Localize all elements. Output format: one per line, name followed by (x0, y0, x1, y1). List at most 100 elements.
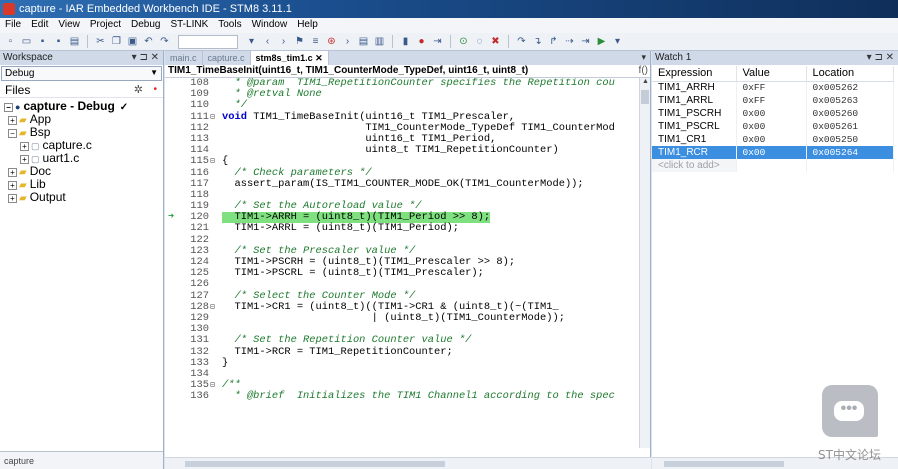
watch-expression[interactable]: TIM1_CR1 (652, 133, 737, 146)
gutter[interactable] (165, 223, 177, 234)
gutter[interactable] (165, 89, 177, 100)
watch-location[interactable]: 0x005250 (806, 133, 894, 146)
click-to-add-hint[interactable]: <click to add> (652, 159, 737, 172)
gutter[interactable] (165, 391, 177, 402)
gutter[interactable] (165, 190, 177, 201)
code-line[interactable]: 136 * @brief Initializes the TIM1 Channe… (165, 391, 639, 402)
stop-debug-icon[interactable]: ✖ (489, 35, 502, 48)
horizontal-scrollbar[interactable] (165, 457, 651, 469)
gutter[interactable] (165, 358, 177, 369)
menu-item-file[interactable]: File (0, 18, 26, 33)
tab-capture-c[interactable]: capture.c (203, 51, 251, 65)
prev-bookmark-icon[interactable]: ≡ (309, 35, 322, 48)
workspace-tab[interactable]: capture (0, 451, 163, 469)
find-combo[interactable] (178, 34, 238, 49)
run-to-cursor-icon[interactable]: ⇥ (579, 35, 592, 48)
go-icon[interactable]: ▶ (595, 35, 608, 48)
gutter[interactable] (165, 302, 177, 313)
watch-value[interactable]: 0xFF (736, 81, 807, 94)
watch-value[interactable]: 0x00 (736, 133, 807, 146)
gutter[interactable]: ➜ (165, 212, 177, 223)
cut-icon[interactable]: ✂ (94, 35, 107, 48)
tree-item-lib[interactable]: + ▰ Lib (0, 178, 163, 191)
function-list-icon[interactable]: f() (636, 65, 648, 76)
watch-location[interactable]: 0x005264 (806, 146, 894, 159)
nav-forward-icon[interactable]: › (277, 35, 290, 48)
watch-expression[interactable]: TIM1_ARRL (652, 94, 737, 107)
col-value[interactable]: Value (736, 66, 807, 82)
watch-row[interactable]: TIM1_PSCRL 0x00 0x005261 (652, 120, 894, 133)
gutter[interactable] (165, 257, 177, 268)
toggle-breakpoint-icon[interactable]: ● (415, 35, 428, 48)
hscroll-thumb[interactable] (185, 461, 445, 467)
gutter[interactable] (165, 156, 177, 167)
step-out-icon[interactable]: ↱ (547, 35, 560, 48)
watch-row[interactable]: TIM1_ARRL 0xFF 0x005263 (652, 94, 894, 107)
col-location[interactable]: Location (806, 66, 894, 82)
watch-location[interactable]: 0x005263 (806, 94, 894, 107)
tree-item-output[interactable]: + ▰ Output (0, 191, 163, 204)
code-line[interactable]: 117 assert_param(IS_TIM1_COUNTER_MODE_OK… (165, 178, 639, 190)
undo-icon[interactable]: ↶ (142, 35, 155, 48)
menu-item-window[interactable]: Window (247, 18, 293, 33)
scroll-thumb[interactable] (641, 90, 649, 104)
gutter[interactable] (165, 291, 177, 302)
reset-icon[interactable]: ⊙ (457, 35, 470, 48)
gutter[interactable] (165, 179, 177, 190)
download-debug-icon[interactable]: ⇥ (431, 35, 444, 48)
gutter[interactable] (165, 335, 177, 346)
code-line[interactable]: 126 (165, 279, 639, 290)
expand-icon[interactable]: + (20, 155, 29, 164)
pane-controls-icon[interactable]: ▾ ⊐ ✕ (132, 52, 159, 63)
code-line[interactable]: 132 TIM1->RCR = TIM1_RepetitionCounter; (165, 346, 639, 358)
more-icon[interactable]: ▾ (611, 35, 624, 48)
function-navigator[interactable]: TIM1_TimeBaseInit(uint16_t, TIM1_Counter… (165, 65, 650, 78)
code-line[interactable]: 121 TIM1->ARRL = (uint8_t)(TIM1_Period); (165, 223, 639, 234)
gutter[interactable] (165, 268, 177, 279)
fold-marker-icon[interactable]: ⊟ (210, 380, 220, 391)
redo-icon[interactable]: ↷ (158, 35, 171, 48)
collapse-icon[interactable]: − (8, 129, 17, 138)
gutter[interactable] (165, 134, 177, 145)
gutter[interactable] (165, 369, 177, 380)
gear-icon[interactable]: ✲ (134, 83, 143, 96)
gutter[interactable] (165, 78, 177, 89)
fold-marker-icon[interactable]: ⊟ (210, 112, 220, 123)
code-line[interactable]: 114 uint8_t TIM1_RepetitionCounter) (165, 144, 639, 156)
nav-back-icon[interactable]: ‹ (261, 35, 274, 48)
watch-value[interactable]: 0x00 (736, 120, 807, 133)
code-line[interactable]: 116 /* Check parameters */ (165, 167, 639, 179)
collapse-icon[interactable]: − (4, 103, 13, 112)
menu-item-st-link[interactable]: ST-LINK (165, 18, 213, 33)
toggle-bookmark-icon[interactable]: ⚑ (293, 35, 306, 48)
expand-icon[interactable]: + (8, 116, 17, 125)
gutter[interactable] (165, 235, 177, 246)
gutter[interactable] (165, 145, 177, 156)
make-icon[interactable]: ▥ (373, 35, 386, 48)
scroll-up-icon[interactable]: ▲ (640, 78, 651, 85)
expand-icon[interactable]: + (20, 142, 29, 151)
dropdown-icon[interactable]: ▾ (245, 35, 258, 48)
code-line[interactable]: 131 /* Set the Repetition Counter value … (165, 335, 639, 346)
tab-stm8s-tim1-c[interactable]: stm8s_tim1.c ✕ (250, 51, 329, 65)
configuration-select[interactable]: Debug ▼ (1, 66, 162, 81)
watch-value[interactable]: 0x00 (736, 146, 807, 159)
watch-add-row[interactable]: <click to add> (652, 159, 894, 172)
code-line[interactable]: 125 TIM1->PSCRL = (uint8_t)(TIM1_Prescal… (165, 267, 639, 279)
tree-item-doc[interactable]: + ▰ Doc (0, 165, 163, 178)
save-icon[interactable]: ▪ (36, 35, 49, 48)
tree-item-uart1-c[interactable]: + ▢ uart1.c (0, 152, 163, 165)
tree-item-capture-c[interactable]: + ▢ capture.c (0, 139, 163, 152)
fold-marker-icon[interactable]: ⊟ (210, 302, 220, 313)
code-line[interactable]: 133} (165, 357, 639, 369)
gutter[interactable] (165, 279, 177, 290)
chat-bubble-icon[interactable]: ••• (822, 385, 878, 437)
next-statement-icon[interactable]: ⇢ (563, 35, 576, 48)
gutter[interactable] (165, 168, 177, 179)
gutter[interactable] (165, 100, 177, 111)
code-area[interactable]: 108 * @param TIM1_RepetitionCounter spec… (165, 78, 639, 448)
watch-location[interactable]: 0x005262 (806, 81, 894, 94)
gutter[interactable] (165, 112, 177, 123)
step-into-icon[interactable]: ↴ (531, 35, 544, 48)
compile-icon[interactable]: ▤ (357, 35, 370, 48)
